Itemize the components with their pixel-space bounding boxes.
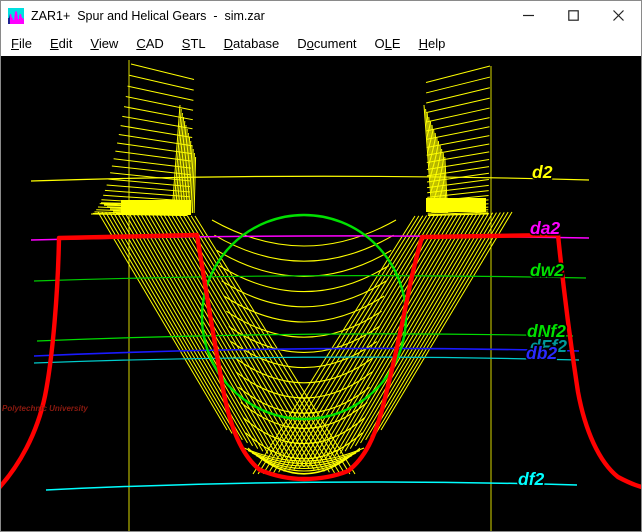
diameter-label-d2: d2 bbox=[532, 162, 553, 182]
menu-item-cad[interactable]: CAD bbox=[127, 33, 172, 54]
menu-item-help[interactable]: Help bbox=[410, 33, 455, 54]
app-icon bbox=[8, 8, 24, 24]
window-controls bbox=[506, 1, 641, 30]
watermark-text: Polytechnic University bbox=[2, 404, 88, 413]
app-window: ZAR1+ Spur and Helical Gears - sim.zar F… bbox=[0, 0, 642, 532]
diameter-label-da2: da2 bbox=[530, 218, 560, 238]
drawing-area: d2da2dw2dNf2dFf2db2df2Polytechnic Univer… bbox=[1, 56, 641, 531]
diameter-label-db2: db2 bbox=[526, 343, 557, 363]
menu-item-stl[interactable]: STL bbox=[173, 33, 215, 54]
menu-item-document[interactable]: Document bbox=[288, 33, 365, 54]
maximize-button[interactable] bbox=[551, 1, 596, 30]
menu-item-file[interactable]: File bbox=[2, 33, 41, 54]
diameter-label-df2: df2 bbox=[518, 469, 545, 489]
menu-item-view[interactable]: View bbox=[81, 33, 127, 54]
menu-item-edit[interactable]: Edit bbox=[41, 33, 81, 54]
close-icon bbox=[613, 10, 624, 21]
minimize-button[interactable] bbox=[506, 1, 551, 30]
maximize-icon bbox=[568, 10, 579, 21]
close-button[interactable] bbox=[596, 1, 641, 30]
menu-item-ole[interactable]: OLE bbox=[366, 33, 410, 54]
titlebar: ZAR1+ Spur and Helical Gears - sim.zar bbox=[1, 1, 641, 30]
window-title: ZAR1+ Spur and Helical Gears - sim.zar bbox=[31, 9, 265, 23]
menubar: FileEditViewCADSTLDatabaseDocumentOLEHel… bbox=[1, 30, 641, 56]
diameter-label-dw2: dw2 bbox=[530, 260, 564, 280]
menu-item-database[interactable]: Database bbox=[215, 33, 289, 54]
gear-simulation-view[interactable]: d2da2dw2dNf2dFf2db2df2Polytechnic Univer… bbox=[1, 56, 641, 531]
minimize-icon bbox=[523, 10, 534, 21]
